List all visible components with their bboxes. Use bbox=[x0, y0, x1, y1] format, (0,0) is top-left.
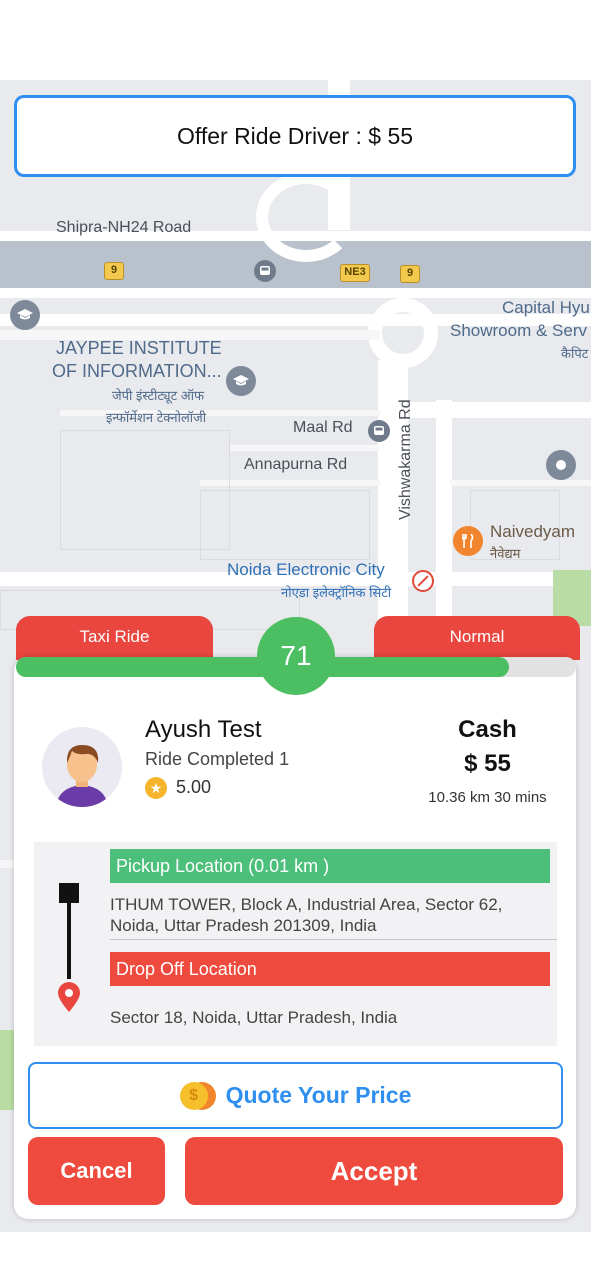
place-label: इन्फॉर्मेशन टेक्नोलॉजी bbox=[106, 410, 207, 425]
tab-ride-type: Taxi Ride bbox=[16, 616, 213, 660]
route-shield: 9 bbox=[104, 262, 124, 280]
place-label: नैवेद्यम bbox=[490, 546, 521, 561]
road-label: Shipra-NH24 Road bbox=[56, 219, 192, 236]
road bbox=[410, 402, 591, 418]
payment-method: Cash bbox=[458, 716, 517, 743]
road-label: Annapurna Rd bbox=[244, 456, 348, 473]
pickup-address: ITHUM TOWER, Block A, Industrial Area, S… bbox=[110, 895, 503, 935]
graduation-cap-icon[interactable] bbox=[226, 366, 256, 396]
road-label: Vishwakarma Rd bbox=[397, 399, 414, 520]
pickup-marker-icon bbox=[59, 883, 79, 903]
offer-banner: Offer Ride Driver : $ 55 bbox=[14, 95, 576, 177]
location-pin-icon[interactable] bbox=[546, 450, 576, 480]
coin-icon: $ bbox=[179, 1080, 216, 1112]
dropoff-address: Sector 18, Noida, Uttar Pradesh, India bbox=[110, 1008, 398, 1027]
star-icon: ★ bbox=[145, 777, 167, 799]
highway-lane bbox=[0, 288, 591, 298]
pickup-header: Pickup Location (0.01 km ) bbox=[110, 849, 550, 883]
rides-completed: Ride Completed 1 bbox=[145, 749, 290, 769]
road bbox=[230, 445, 380, 451]
road-label: Maal Rd bbox=[293, 419, 353, 436]
place-label: Naivedyam bbox=[490, 522, 576, 541]
cancel-button[interactable]: Cancel bbox=[28, 1137, 165, 1205]
restaurant-icon[interactable] bbox=[453, 526, 483, 556]
place-label: नोएडा इलेक्ट्रॉनिक सिटी bbox=[281, 585, 392, 600]
route-shield: 9 bbox=[400, 265, 420, 283]
route-line bbox=[67, 903, 71, 979]
quote-price-button[interactable]: $ Quote Your Price bbox=[28, 1062, 563, 1129]
park-area bbox=[0, 1030, 14, 1110]
rider-rating: 5.00 bbox=[176, 777, 212, 797]
place-label: Capital Hyu bbox=[502, 298, 590, 317]
trip-distance-duration: 10.36 km 30 mins bbox=[428, 789, 547, 806]
place-label: Noida Electronic City bbox=[227, 560, 385, 579]
road bbox=[450, 480, 591, 486]
place-label: JAYPEE INSTITUTE bbox=[56, 338, 222, 358]
bus-stop-icon[interactable] bbox=[368, 420, 390, 442]
rider-name: Ayush Test bbox=[145, 716, 262, 743]
accept-button[interactable]: Accept bbox=[185, 1137, 563, 1205]
graduation-cap-icon[interactable] bbox=[10, 300, 40, 330]
drop-pin-icon bbox=[56, 981, 82, 1013]
fare-amount: $ 55 bbox=[464, 750, 511, 777]
quote-price-label: Quote Your Price bbox=[225, 1082, 412, 1108]
avatar bbox=[42, 727, 122, 807]
route-shield: NE3 bbox=[340, 264, 370, 282]
map-block bbox=[200, 490, 370, 560]
place-label: जेपी इंस्टीट्यूट ऑफ bbox=[112, 388, 205, 403]
place-label: Showroom & Serv bbox=[450, 321, 587, 340]
tab-ride-class: Normal bbox=[374, 616, 580, 660]
overpass-loop bbox=[256, 172, 356, 262]
countdown-timer: 71 bbox=[257, 617, 335, 695]
dropoff-header: Drop Off Location bbox=[110, 952, 550, 986]
place-label: कैपिट bbox=[561, 346, 589, 361]
divider bbox=[110, 939, 557, 940]
place-label: OF INFORMATION... bbox=[52, 361, 222, 381]
metro-icon[interactable] bbox=[412, 570, 434, 592]
bus-stop-icon[interactable] bbox=[254, 260, 276, 282]
